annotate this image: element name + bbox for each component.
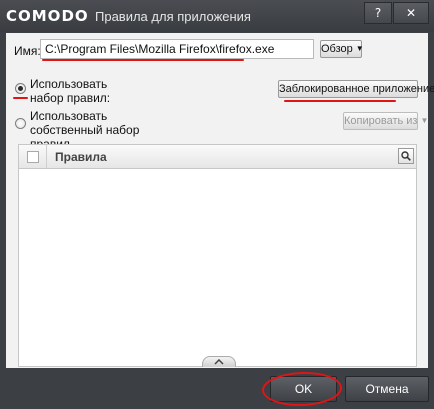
cancel-button[interactable]: Отмена	[345, 376, 429, 402]
use-custom-radio[interactable]	[15, 118, 26, 129]
chevron-down-icon: ▼	[355, 44, 364, 54]
expand-handle[interactable]	[202, 356, 236, 367]
table-header: Правила	[19, 145, 416, 169]
app-rules-dialog: COMODO Правила для приложения ? ✕ Имя: C…	[0, 0, 434, 409]
comodo-logo: COMODO	[6, 7, 89, 25]
window-title: Правила для приложения	[95, 9, 251, 24]
search-button[interactable]	[398, 148, 414, 164]
use-ruleset-radio[interactable]	[15, 83, 26, 94]
red-underline-annotation	[284, 100, 396, 102]
use-ruleset-label[interactable]: Использовать набор правил:	[30, 77, 140, 105]
column-divider	[46, 145, 47, 168]
name-field[interactable]: C:\Program Files\Mozilla Firefox\firefox…	[40, 39, 314, 59]
ok-button[interactable]: OK	[270, 376, 337, 402]
browse-button[interactable]: Обзор ▼	[320, 40, 364, 58]
ruleset-select[interactable]: Заблокированное приложение▼	[278, 80, 434, 98]
help-button[interactable]: ?	[364, 2, 392, 24]
search-icon	[401, 151, 411, 161]
chevron-up-icon	[214, 359, 224, 365]
title-bar[interactable]: COMODO Правила для приложения ? ✕	[0, 0, 434, 32]
browse-button-label: Обзор	[321, 43, 353, 55]
column-header-rules[interactable]: Правила	[55, 150, 107, 164]
chevron-down-icon: ▼	[420, 116, 429, 126]
close-button[interactable]: ✕	[393, 2, 429, 24]
red-underline-annotation	[42, 59, 244, 61]
content-panel: Имя: C:\Program Files\Mozilla Firefox\fi…	[6, 33, 434, 368]
rules-table: Правила	[18, 144, 417, 367]
name-label: Имя:	[14, 44, 41, 58]
copy-from-button[interactable]: Копировать из ▼	[343, 112, 428, 130]
ruleset-select-value: Заблокированное приложение	[279, 83, 434, 95]
copy-from-label: Копировать из	[344, 115, 418, 127]
red-mark-annotation	[13, 97, 28, 99]
select-all-checkbox[interactable]	[27, 151, 39, 163]
